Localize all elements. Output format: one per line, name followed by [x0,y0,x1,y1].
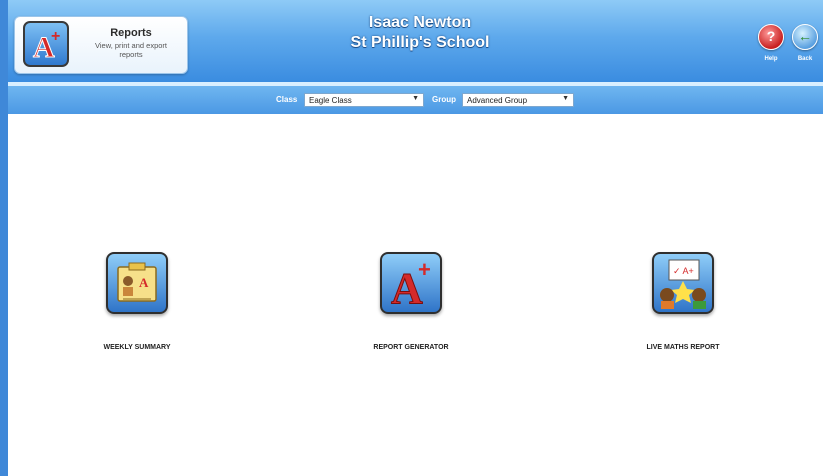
left-edge-rule [0,0,8,476]
live-maths-report-icon: ✓ A+ [660,259,706,309]
help-label: Help [764,56,778,62]
class-label: Class [276,95,298,104]
live-maths-report-button[interactable]: ✓ A+ [652,252,714,314]
reports-section-card: A + Reports View, print and export repor… [14,16,188,74]
back-button[interactable]: ← [792,24,818,50]
report-generator-icon: A + [391,257,431,309]
svg-text:+: + [418,257,431,282]
group-select[interactable]: Advanced Group ▼ [462,93,574,107]
report-generator-button[interactable]: A + [380,252,442,314]
back-arrow-icon: ← [798,28,812,44]
class-select[interactable]: Eagle Class ▼ [304,93,424,107]
group-label: Group [432,95,456,104]
reports-a-plus-icon: A + [23,21,69,67]
group-select-value: Advanced Group [467,96,528,105]
school-name: St Phillip's School [350,34,490,51]
back-label: Back [797,56,813,62]
svg-text:+: + [51,28,60,45]
class-select-value: Eagle Class [309,96,352,105]
report-generator-label: REPORT GENERATOR [373,344,449,351]
weekly-summary-icon: A [117,262,157,302]
live-maths-report-label: LIVE MATHS REPORT [646,344,720,351]
section-title: Reports [110,27,152,39]
svg-text:✓ A+: ✓ A+ [673,266,694,276]
chevron-down-icon: ▼ [412,95,419,102]
weekly-summary-label: WEEKLY SUMMARY [103,344,171,351]
weekly-summary-button[interactable]: A [106,252,168,314]
help-button[interactable]: ? [758,24,784,50]
chevron-down-icon: ▼ [562,95,569,102]
section-subtitle: View, print and export reports [95,41,167,59]
help-icon: ? [766,28,776,44]
svg-text:A: A [139,275,149,290]
user-name: Isaac Newton [368,14,472,31]
filter-bar: Class Eagle Class ▼ Group Advanced Group… [8,86,823,114]
